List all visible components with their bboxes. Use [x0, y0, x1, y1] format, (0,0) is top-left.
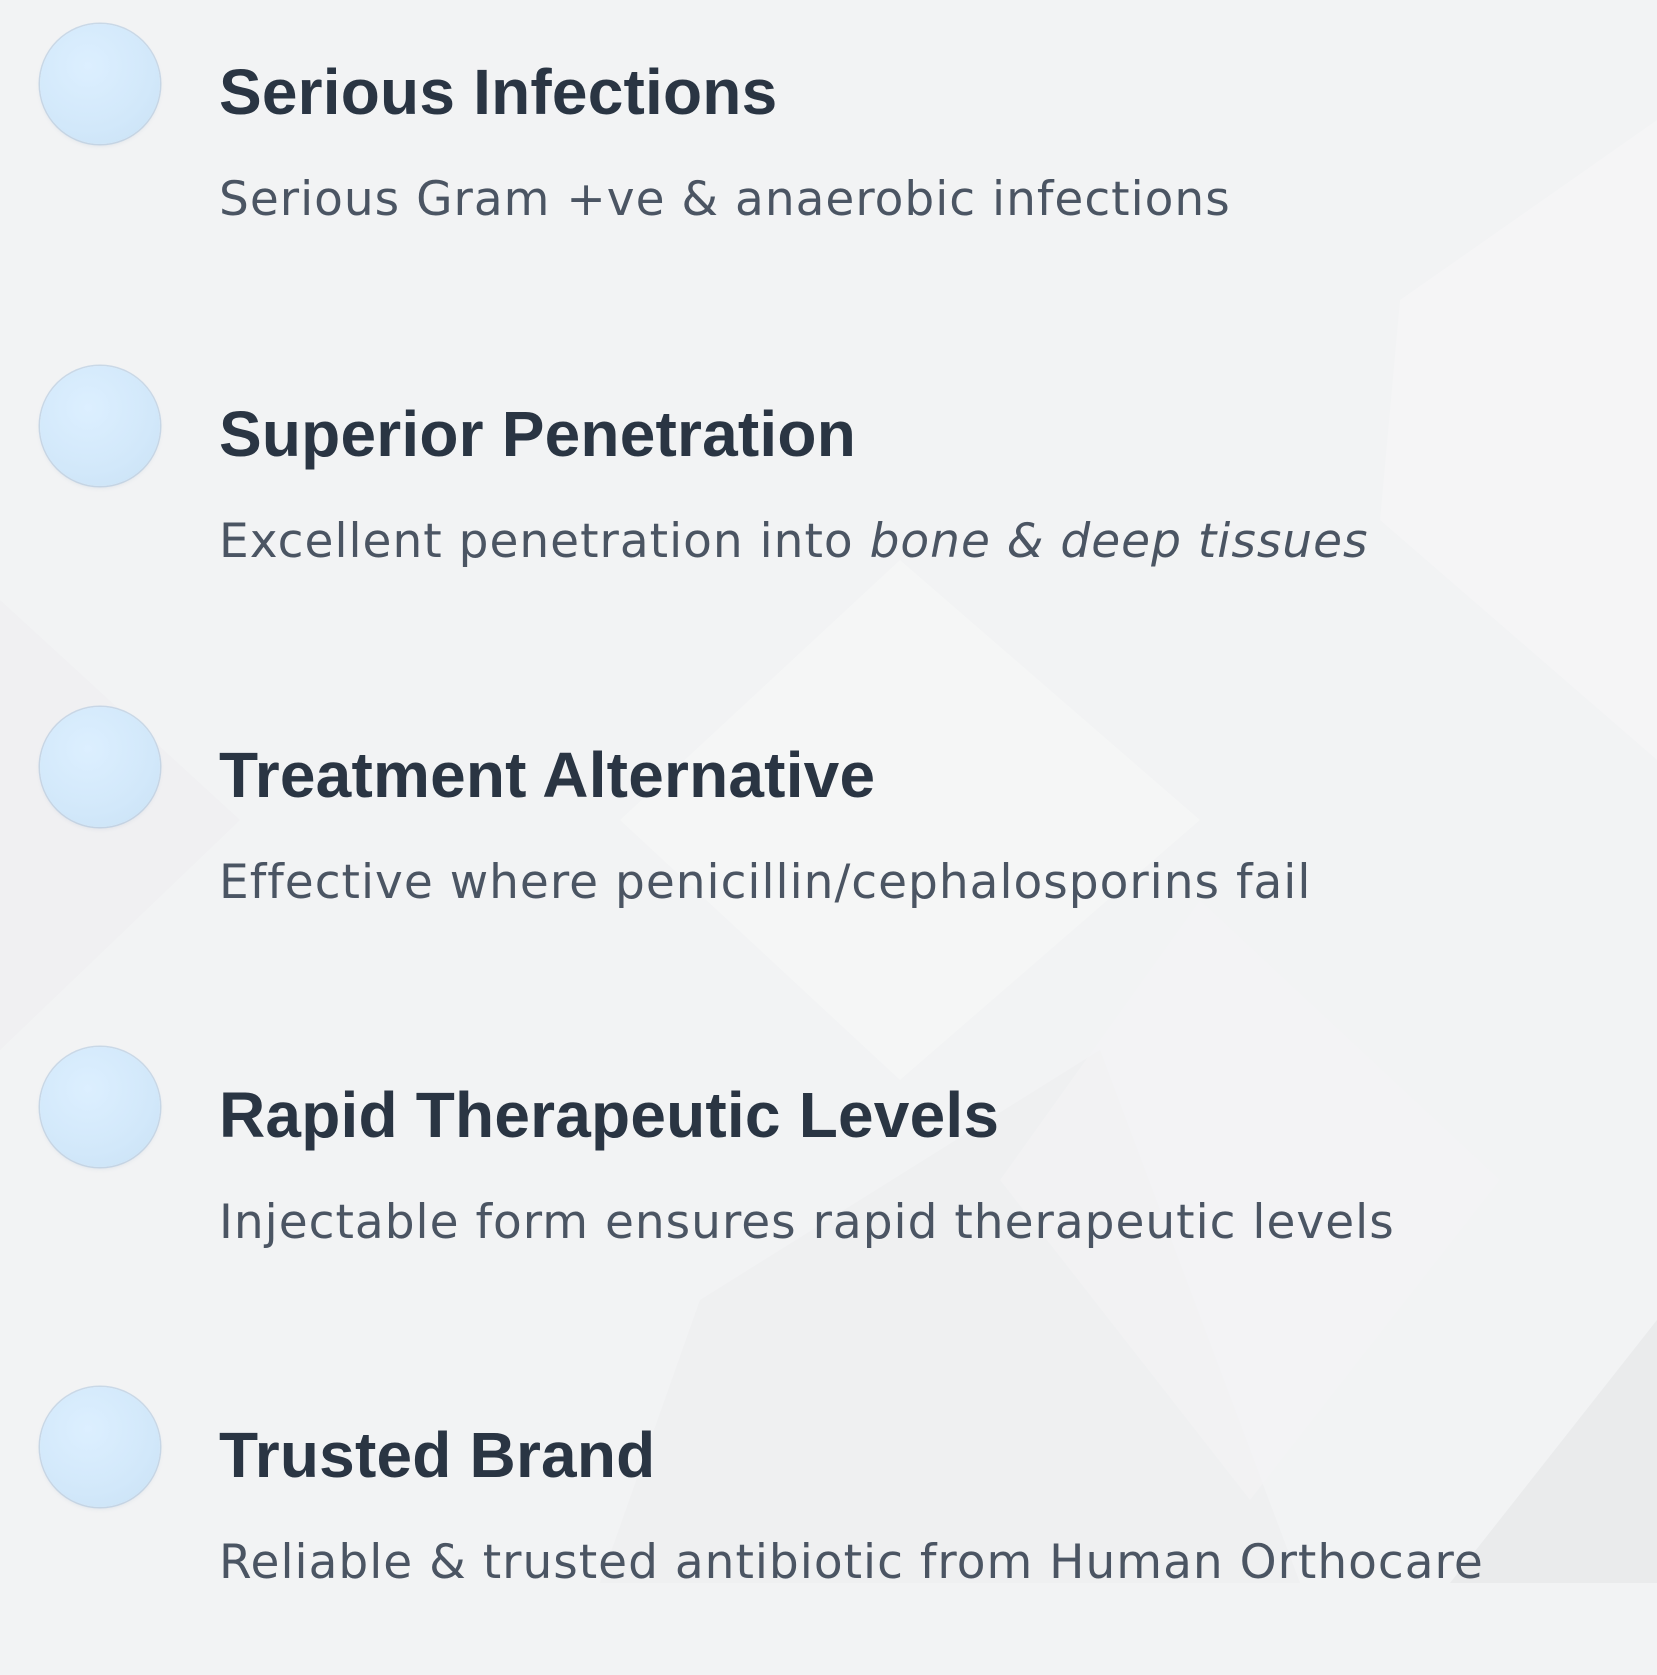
- feature-description: Excellent penetration into bone & deep t…: [219, 512, 1369, 572]
- feature-list: Serious Infections Serious Gram +ve & an…: [0, 0, 1657, 1590]
- feature-description: Serious Gram +ve & anaerobic infections: [219, 172, 1231, 227]
- bullet-circle-icon: [40, 366, 160, 486]
- feature-item-rapid-therapeutic-levels: Rapid Therapeutic Levels Injectable form…: [0, 1035, 1657, 1335]
- feature-description-emphasis: bone & deep tissues: [869, 514, 1369, 569]
- feature-title: Treatment Alternative: [219, 739, 876, 811]
- feature-item-treatment-alternative: Treatment Alternative Effective where pe…: [0, 695, 1657, 995]
- feature-title: Rapid Therapeutic Levels: [219, 1079, 1000, 1151]
- feature-description-text: Excellent penetration into: [219, 514, 870, 569]
- bullet-circle-icon: [40, 707, 160, 827]
- feature-item-superior-penetration: Superior Penetration Excellent penetrati…: [0, 354, 1657, 654]
- feature-description: Effective where penicillin/cephalosporin…: [219, 855, 1312, 910]
- bullet-circle-icon: [40, 24, 160, 144]
- feature-item-serious-infections: Serious Infections Serious Gram +ve & an…: [0, 12, 1657, 312]
- feature-description: Injectable form ensures rapid therapeuti…: [219, 1195, 1395, 1250]
- bullet-circle-icon: [40, 1387, 160, 1507]
- feature-title: Trusted Brand: [219, 1419, 656, 1491]
- feature-description: Reliable & trusted antibiotic from Human…: [219, 1535, 1484, 1590]
- feature-title: Serious Infections: [219, 56, 778, 128]
- bullet-circle-icon: [40, 1047, 160, 1167]
- feature-item-trusted-brand: Trusted Brand Reliable & trusted antibio…: [0, 1375, 1657, 1675]
- feature-title: Superior Penetration: [219, 398, 856, 470]
